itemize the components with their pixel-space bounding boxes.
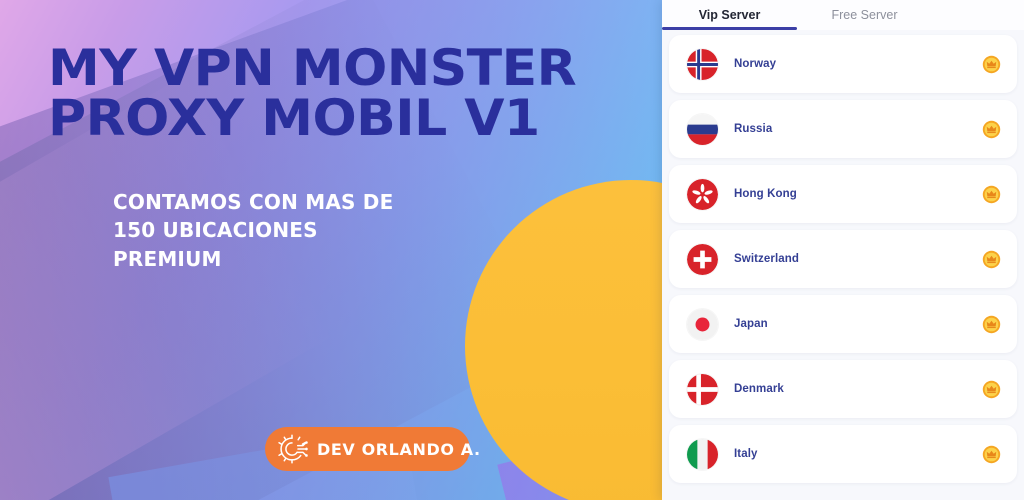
page-subtitle: CONTAMOS CON MAS DE 150 UBICACIONES PREM… — [113, 190, 394, 271]
server-tabs: Vip Server Free Server — [662, 0, 1024, 30]
tab-free-server[interactable]: Free Server — [797, 0, 932, 30]
list-item[interactable]: Hong Kong — [669, 165, 1017, 223]
server-name: Russia — [734, 123, 773, 135]
tab-vip-server[interactable]: Vip Server — [662, 0, 797, 30]
tab-free-server-label: Free Server — [831, 8, 898, 22]
page-title: MY VPN MONSTER PROXY MOBIL V1 — [48, 39, 577, 147]
crown-badge-icon — [982, 120, 1001, 139]
active-tab-indicator — [662, 27, 797, 30]
flag-denmark-icon — [687, 373, 718, 405]
list-item[interactable]: Norway — [669, 35, 1017, 93]
crown-badge-icon — [982, 380, 1001, 399]
flag-japan-icon — [687, 308, 718, 340]
tab-vip-server-label: Vip Server — [698, 8, 761, 22]
crown-badge-icon — [982, 315, 1001, 334]
dev-credit-label: DEV ORLANDO A. — [317, 439, 481, 459]
dev-credit-badge: DEV ORLANDO A. — [265, 427, 480, 471]
server-name: Denmark — [734, 383, 784, 395]
server-list: Norway Russia Hong Kong Switzerland Japa… — [662, 30, 1024, 483]
flag-switzerland-icon — [687, 243, 718, 275]
list-item[interactable]: Denmark — [669, 360, 1017, 418]
list-item[interactable]: Italy — [669, 425, 1017, 483]
crown-badge-icon — [982, 445, 1001, 464]
flag-hong-kong-icon — [687, 178, 718, 210]
list-item[interactable]: Russia — [669, 100, 1017, 158]
server-name: Norway — [734, 58, 777, 70]
crown-badge-icon — [982, 185, 1001, 204]
server-name: Hong Kong — [734, 188, 797, 200]
crown-badge-icon — [982, 55, 1001, 74]
list-item[interactable]: Switzerland — [669, 230, 1017, 288]
promo-banner: MY VPN MONSTER PROXY MOBIL V1 CONTAMOS C… — [0, 0, 1024, 500]
gear-circuit-icon — [273, 430, 311, 468]
crown-badge-icon — [982, 250, 1001, 269]
flag-russia-icon — [687, 113, 718, 145]
flag-norway-icon — [687, 48, 718, 80]
server-name: Italy — [734, 448, 758, 460]
flag-italy-icon — [687, 438, 718, 470]
server-name: Japan — [734, 318, 768, 330]
server-panel: Vip Server Free Server Norway Russia Hon… — [662, 0, 1024, 500]
list-item[interactable]: Japan — [669, 295, 1017, 353]
server-name: Switzerland — [734, 253, 800, 265]
